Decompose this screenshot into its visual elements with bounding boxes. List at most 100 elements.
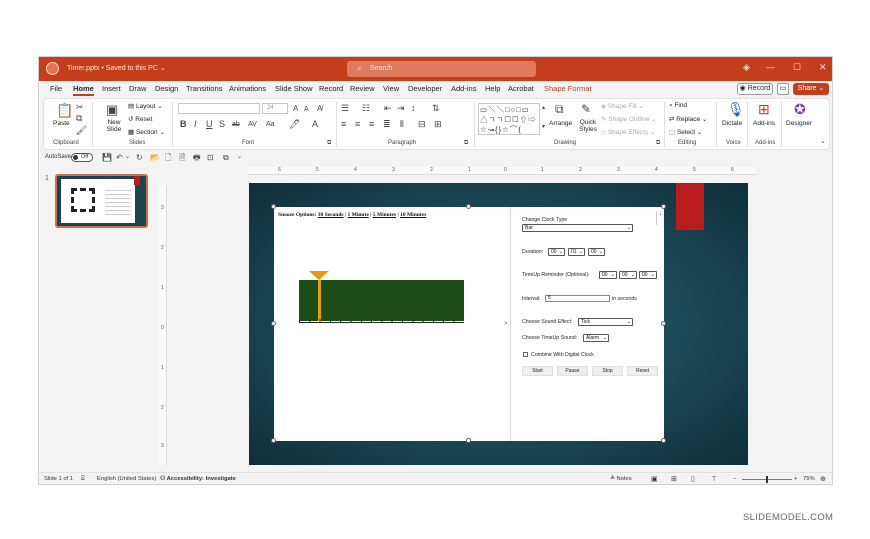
selection-handle[interactable] (661, 321, 666, 326)
font-name-box[interactable] (178, 103, 260, 114)
selection-handle[interactable] (271, 438, 276, 443)
tab-view[interactable]: View (383, 84, 399, 93)
character-spacing-icon[interactable]: AV (248, 120, 257, 129)
slide-sorter-icon[interactable]: ⊞ (671, 475, 677, 483)
new-slide-icon[interactable]: ▣ (106, 103, 118, 116)
tab-insert[interactable]: Insert (102, 84, 121, 93)
select-button[interactable]: ⬚ Select ⌄ (669, 128, 702, 136)
pause-button[interactable]: Pause (557, 366, 588, 376)
collapse-ribbon-icon[interactable]: ⌄ (820, 137, 826, 146)
tab-record[interactable]: Record (319, 84, 343, 93)
spelling-icon[interactable]: ⌸ (81, 476, 84, 483)
line-spacing-icon[interactable]: ↕ (411, 104, 416, 113)
tab-acrobat[interactable]: Acrobat (508, 84, 534, 93)
find-button[interactable]: ⌕ Find (669, 102, 687, 110)
font-size-box[interactable]: 24 (262, 103, 288, 114)
search-box[interactable]: ⌕ Search (347, 61, 536, 77)
interval-input[interactable]: 5 (545, 295, 610, 302)
paragraph-dialog-launcher-icon[interactable]: ⧉ (464, 139, 468, 148)
new-slide-label[interactable]: New Slide (101, 119, 127, 133)
format-painter-icon[interactable]: 🖌 (76, 126, 87, 135)
bullets-icon[interactable]: ☰ (341, 104, 349, 113)
smartart-icon[interactable]: ⊞ (434, 120, 442, 129)
reminder-seconds-select[interactable]: 00 ⌄ (639, 271, 657, 279)
tab-design[interactable]: Design (155, 84, 178, 93)
selection-handle[interactable] (271, 204, 276, 209)
selection-handle[interactable] (466, 204, 471, 209)
tab-transitions[interactable]: Transitions (186, 84, 222, 93)
redo-icon[interactable]: ↻ (136, 153, 143, 162)
copy-icon[interactable]: ⧉ (76, 114, 82, 123)
quick-styles-icon[interactable]: ✎ (581, 103, 591, 115)
designer-label[interactable]: Designer (786, 120, 812, 127)
fit-to-window-icon[interactable]: ⊕ (820, 475, 826, 483)
share-button[interactable]: Share ⌄ (793, 83, 829, 95)
tab-shape-format[interactable]: Shape Format (544, 84, 592, 93)
microphone-icon[interactable]: 🎙 (727, 102, 745, 116)
tab-add-ins[interactable]: Add-ins (451, 84, 476, 93)
document-title[interactable]: Timer.pptx • Saved to this PC ⌄ (67, 64, 166, 72)
zoom-slider-handle[interactable] (766, 476, 768, 483)
paste-icon[interactable]: 📋 (56, 103, 73, 117)
timer-addin-frame[interactable]: Snooze Options: 30 Seconds | 1 Minute | … (274, 207, 664, 441)
add-ins-label[interactable]: Add-ins (753, 120, 775, 127)
decrease-indent-icon[interactable]: ⇤ (384, 104, 392, 113)
minimize-button[interactable]: — (766, 62, 775, 72)
save-icon[interactable]: 💾 (102, 153, 112, 162)
collapse-panel-icon[interactable]: ‹ (656, 211, 664, 225)
font-color-icon[interactable]: A (312, 120, 318, 129)
duration-minutes-select[interactable]: 01 ⌄ (568, 248, 585, 256)
shape-effects-button[interactable]: ◇ Shape Effects ⌄ (601, 128, 655, 136)
font-dialog-launcher-icon[interactable]: ⧉ (327, 139, 331, 148)
zoom-in-button[interactable]: + (794, 476, 797, 482)
digital-clock-checkbox[interactable] (523, 352, 528, 357)
selection-handle[interactable] (661, 438, 666, 443)
tab-help[interactable]: Help (485, 84, 500, 93)
tab-review[interactable]: Review (350, 84, 375, 93)
shadow-icon[interactable]: S (219, 120, 225, 129)
tab-draw[interactable]: Draw (129, 84, 147, 93)
clock-type-select[interactable]: Bar ⌄ (522, 224, 633, 232)
reset-button[interactable]: ↺ Reset (128, 115, 152, 123)
arrange-icon[interactable]: ⧉ (555, 103, 564, 115)
customize-qat-icon[interactable]: ⌄ (237, 153, 242, 162)
change-case-icon[interactable]: Aa (266, 120, 275, 129)
selection-handle[interactable] (271, 321, 276, 326)
shapes-scroll-icon[interactable]: ▴ (542, 104, 545, 113)
strikethrough-icon[interactable]: ab (232, 120, 240, 129)
slide-thumbnail[interactable] (55, 174, 148, 228)
close-button[interactable]: ✕ (819, 62, 827, 73)
cut-icon[interactable]: ✂ (76, 103, 84, 112)
accessibility-status[interactable]: ⚇ Accessibility: Investigate (160, 476, 236, 482)
reading-view-icon[interactable]: ▯ (691, 475, 695, 483)
tab-file[interactable]: File (50, 84, 62, 93)
arrange-label[interactable]: Arrange (549, 120, 572, 127)
decrease-font-icon[interactable]: A (304, 105, 309, 114)
print-icon[interactable]: 🖶 (193, 153, 201, 162)
duration-seconds-select[interactable]: 00 ⌄ (588, 248, 605, 256)
section-button[interactable]: ▦ Section ⌄ (128, 128, 165, 136)
record-button[interactable]: ◉ Record (737, 83, 773, 95)
zoom-level[interactable]: 75% (803, 476, 815, 482)
align-left-icon[interactable]: ≡ (341, 120, 346, 129)
snooze-1-minute-link[interactable]: 1 Minute (348, 212, 369, 218)
reminder-minutes-select[interactable]: 00 ⌄ (619, 271, 637, 279)
print-preview-icon[interactable]: 🗎 (179, 153, 185, 162)
quick-styles-label[interactable]: Quick Styles (574, 119, 602, 133)
underline-icon[interactable]: U (206, 120, 213, 129)
expand-arrow-icon[interactable]: > (504, 321, 508, 327)
diamond-icon[interactable]: ◈ (743, 62, 750, 73)
text-direction-icon[interactable]: ⇅ (432, 104, 440, 113)
autosave-toggle[interactable]: Off (71, 153, 93, 162)
zoom-out-button[interactable]: − (733, 476, 736, 482)
undo-icon[interactable]: ↶ (116, 153, 123, 162)
reset-button[interactable]: Reset (627, 366, 658, 376)
duration-hours-select[interactable]: 00 ⌄ (548, 248, 565, 256)
replace-button[interactable]: ⇄ Replace ⌄ (669, 115, 707, 123)
maximize-button[interactable]: ☐ (793, 62, 801, 73)
shapes-more-icon[interactable]: ▾ (542, 123, 545, 132)
snooze-10-minutes-link[interactable]: 10 Minutes (400, 212, 426, 218)
slide-canvas[interactable]: Snooze Options: 30 Seconds | 1 Minute | … (249, 183, 748, 465)
designer-icon[interactable]: ✪ (794, 102, 806, 116)
highlight-icon[interactable]: 🖊 (289, 120, 300, 129)
